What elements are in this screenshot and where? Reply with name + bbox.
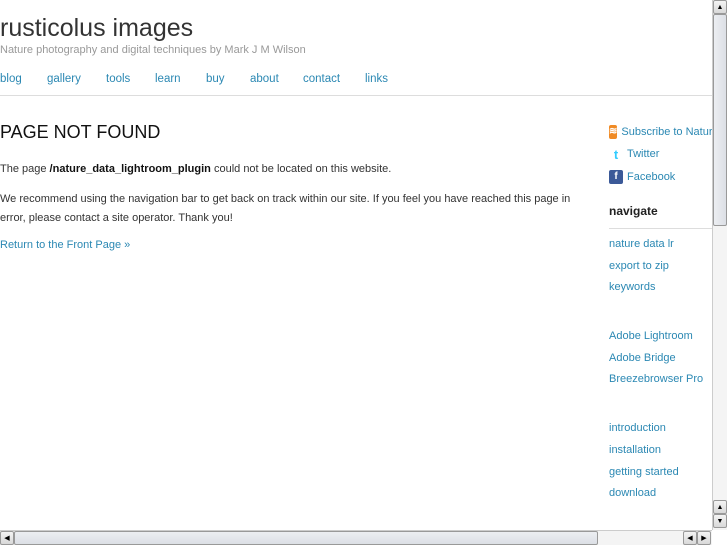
sidebar-link[interactable]: download (609, 487, 712, 509)
facebook-label[interactable]: Facebook (627, 171, 675, 183)
facebook-icon: f (609, 169, 623, 184)
sidebar-group: nature data lr export to zip keywords (609, 238, 712, 303)
subscribe-link[interactable]: ≋ Subscribe to Nature (609, 124, 712, 139)
nav-tools[interactable]: tools (106, 73, 130, 85)
sidebar-divider (609, 228, 712, 229)
missing-path: /nature_data_lightroom_plugin (49, 163, 211, 175)
sidebar-link[interactable]: getting started (609, 466, 712, 488)
twitter-label[interactable]: Twitter (627, 148, 659, 160)
twitter-link[interactable]: t Twitter (609, 147, 712, 162)
sidebar-link[interactable]: installation (609, 444, 712, 466)
scroll-left-button-right[interactable]: ◀ (683, 531, 697, 545)
sidebar-link[interactable]: Adobe Lightroom (609, 330, 712, 352)
site-title[interactable]: rusticolus images (0, 14, 193, 43)
scroll-up-button-lower[interactable]: ▲ (713, 500, 727, 514)
vertical-scroll-thumb[interactable] (713, 14, 727, 226)
subscribe-label[interactable]: Subscribe to Nature (621, 126, 712, 138)
return-front-page-link[interactable]: Return to the Front Page » (0, 239, 130, 251)
text: The page (0, 163, 50, 175)
sidebar-group: introduction installation getting starte… (609, 422, 712, 509)
nav-buy[interactable]: buy (206, 73, 225, 85)
sidebar-group: Adobe Lightroom Adobe Bridge Breezebrows… (609, 330, 712, 395)
nav-gallery[interactable]: gallery (47, 73, 81, 85)
sidebar-link[interactable]: introduction (609, 422, 712, 444)
nav-blog[interactable]: blog (0, 73, 22, 85)
sidebar-link[interactable]: Adobe Bridge (609, 352, 712, 374)
scroll-up-button[interactable]: ▲ (713, 0, 727, 14)
sidebar-link[interactable]: keywords (609, 281, 712, 303)
nav-links[interactable]: links (365, 73, 388, 85)
sidebar: ≋ Subscribe to Nature t Twitter f Facebook … (609, 124, 712, 509)
rss-icon: ≋ (609, 124, 618, 139)
twitter-icon: t (613, 146, 619, 162)
facebook-link[interactable]: f Facebook (609, 169, 712, 184)
site-tagline: Nature photography and digital technique… (0, 44, 306, 56)
nav-about[interactable]: about (250, 73, 279, 85)
not-found-message: The page /nature_data_lightroom_plugin c… (0, 160, 590, 179)
page-title: PAGE NOT FOUND (0, 122, 161, 142)
horizontal-scrollbar[interactable]: ◀ ◀ ▶ (0, 530, 712, 545)
scroll-left-button[interactable]: ◀ (0, 531, 14, 545)
nav-divider (0, 95, 712, 96)
nav-learn[interactable]: learn (155, 73, 181, 85)
sidebar-link[interactable]: Breezebrowser Pro (609, 373, 712, 395)
horizontal-scroll-thumb[interactable] (14, 531, 598, 545)
vertical-scrollbar[interactable]: ▲ ▲ ▼ (712, 0, 727, 530)
main-content: PAGE NOT FOUND The page /nature_data_lig… (0, 122, 590, 251)
sidebar-link[interactable]: export to zip (609, 260, 712, 282)
sidebar-link[interactable]: nature data lr (609, 238, 712, 260)
recommend-message: We recommend using the navigation bar to… (0, 193, 571, 224)
text: could not be located on this website. (210, 163, 392, 175)
nav-contact[interactable]: contact (303, 73, 340, 85)
navigate-heading: navigate (609, 204, 658, 218)
scroll-right-button[interactable]: ▶ (697, 531, 711, 545)
scroll-down-button[interactable]: ▼ (713, 514, 727, 528)
